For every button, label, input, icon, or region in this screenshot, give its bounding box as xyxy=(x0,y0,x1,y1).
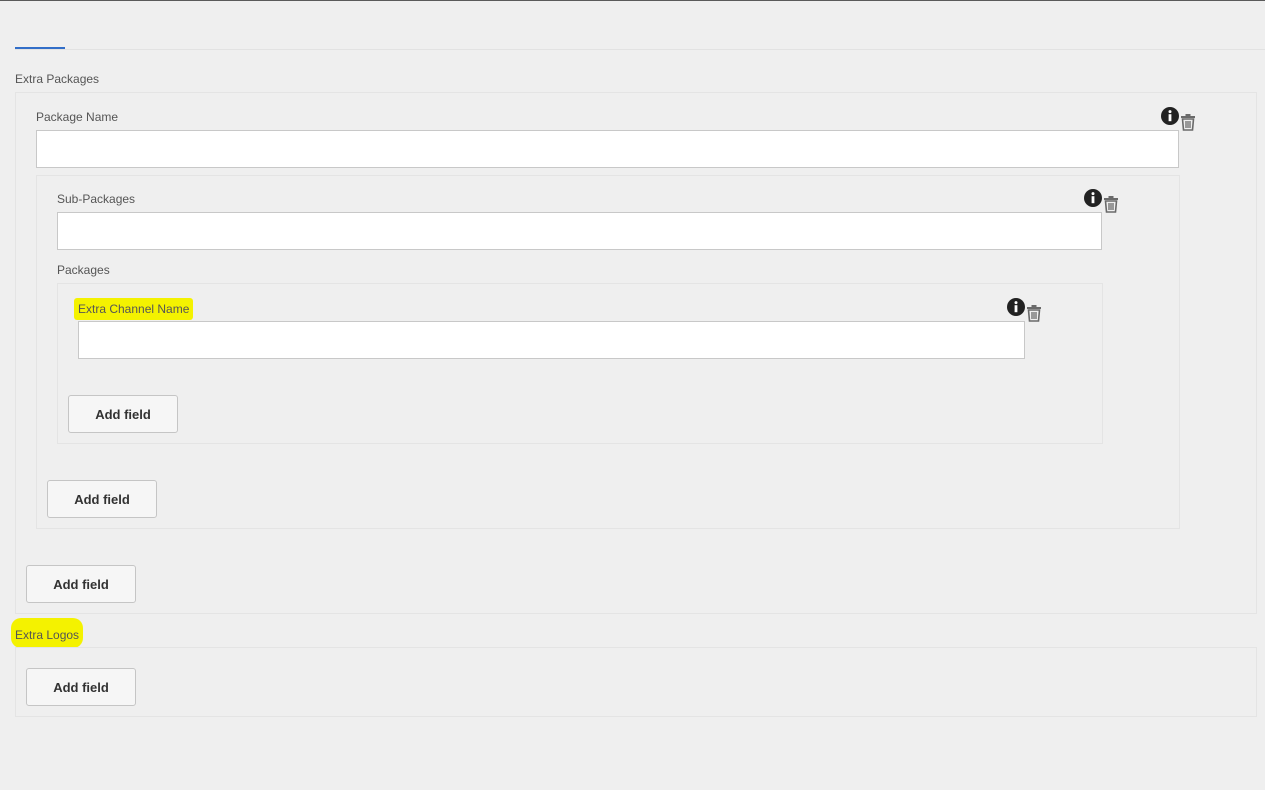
extra-channel-name-input[interactable] xyxy=(78,321,1025,359)
package-name-label: Package Name xyxy=(36,110,119,124)
extra-logos-panel xyxy=(15,647,1257,717)
extra-logos-label: Extra Logos xyxy=(11,618,84,648)
package-name-trash-icon[interactable] xyxy=(1179,113,1197,131)
package-name-info-icon[interactable] xyxy=(1161,107,1179,125)
sub-packages-label: Sub-Packages xyxy=(57,192,136,206)
packages-panel xyxy=(57,283,1103,444)
add-field-sub-packages-button[interactable]: Add field xyxy=(47,480,157,518)
add-field-packages-button[interactable]: Add field xyxy=(68,395,178,433)
extra-channel-name-info-icon[interactable] xyxy=(1007,298,1025,316)
extra-channel-name-label: Extra Channel Name xyxy=(74,298,194,320)
extra-channel-name-trash-icon[interactable] xyxy=(1025,304,1043,322)
add-field-extra-packages-button[interactable]: Add field xyxy=(26,565,136,603)
top-border xyxy=(0,0,1265,1)
add-field-extra-logos-button[interactable]: Add field xyxy=(26,668,136,706)
sub-packages-info-icon[interactable] xyxy=(1084,189,1102,207)
extra-packages-label: Extra Packages xyxy=(15,72,100,86)
sub-packages-trash-icon[interactable] xyxy=(1102,195,1120,213)
packages-label: Packages xyxy=(57,263,110,277)
package-name-input[interactable] xyxy=(36,130,1179,168)
sub-packages-input[interactable] xyxy=(57,212,1102,250)
tab-divider xyxy=(15,49,1265,50)
